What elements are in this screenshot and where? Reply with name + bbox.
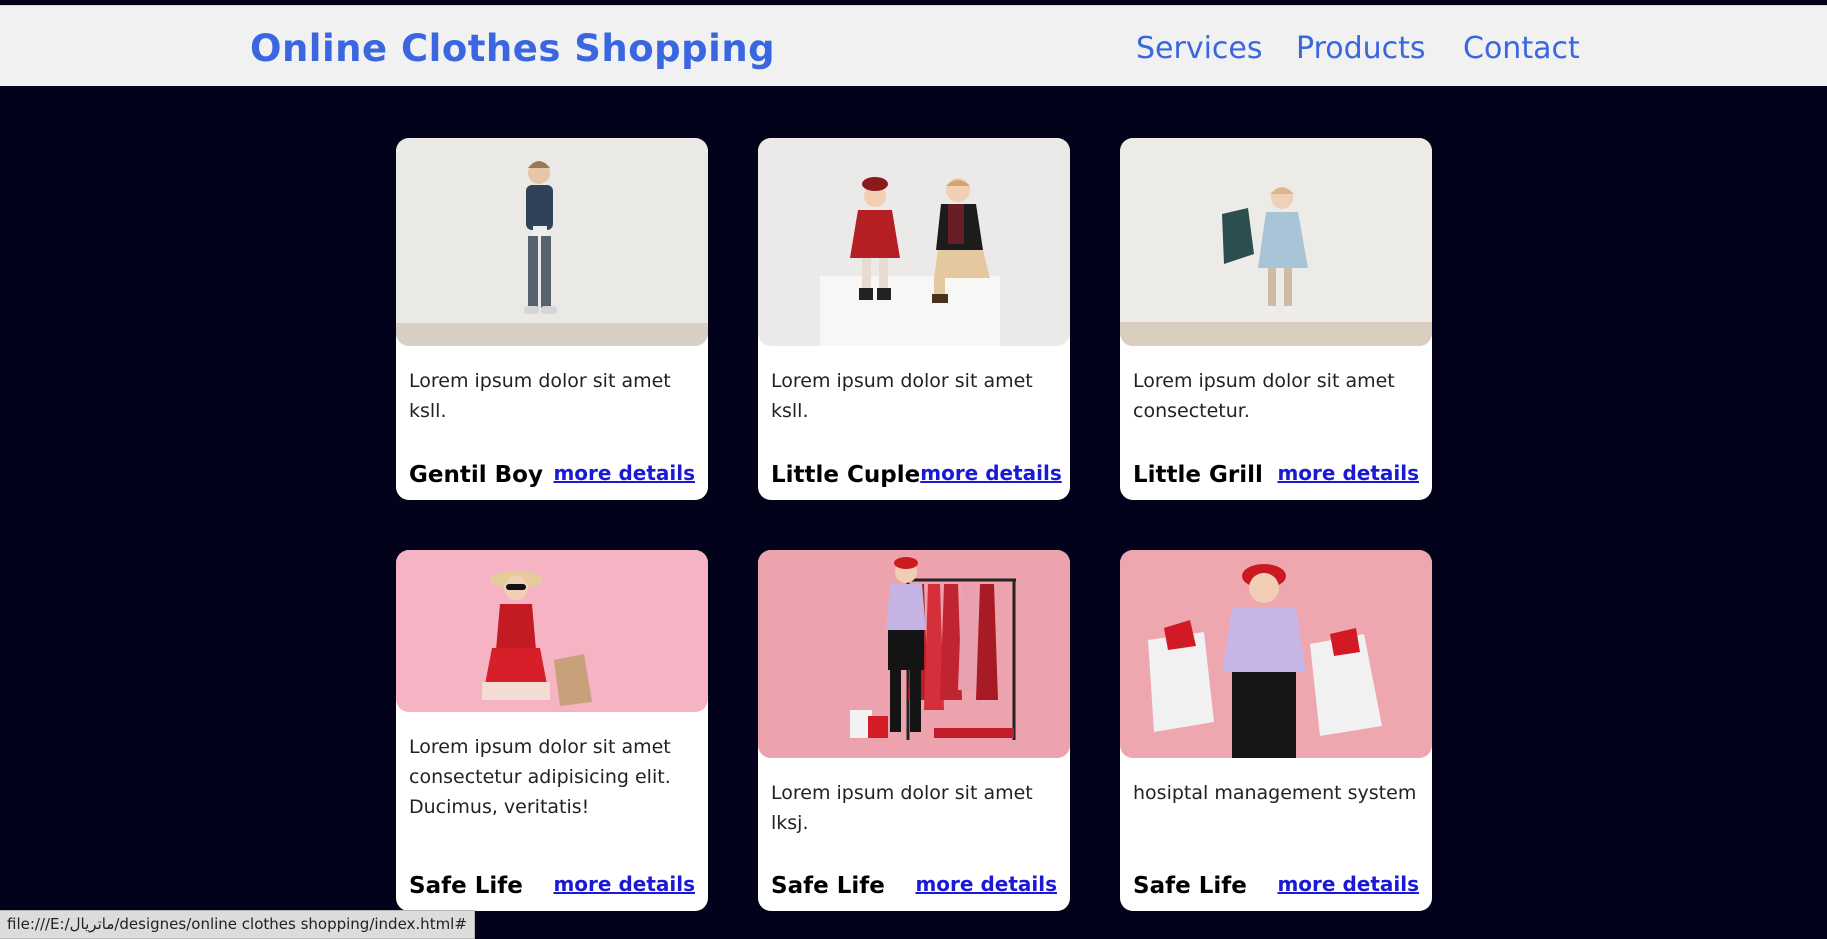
product-description: Lorem ipsum dolor sit amet consectetur. — [1133, 370, 1395, 422]
product-description: Lorem ipsum dolor sit amet ksll. — [771, 370, 1033, 422]
product-image — [758, 550, 1070, 758]
more-details-link[interactable]: more details — [553, 461, 695, 485]
product-card: Lorem ipsum dolor sit amet ksll. Gentil … — [396, 138, 708, 500]
site-header: Online Clothes Shopping Services Product… — [0, 5, 1827, 86]
product-image — [396, 550, 708, 712]
product-card: Lorem ipsum dolor sit amet ksll. Little … — [758, 138, 1070, 500]
product-image — [1120, 550, 1432, 758]
product-card: Lorem ipsum dolor sit amet consectetur. … — [1120, 138, 1432, 500]
more-details-link[interactable]: more details — [915, 872, 1057, 896]
product-title: Safe Life — [1133, 873, 1247, 899]
more-details-link[interactable]: more details — [1277, 872, 1419, 896]
product-description: Lorem ipsum dolor sit amet consectetur a… — [409, 736, 671, 818]
status-url: file:///E:/ماتریال/designes/online cloth… — [7, 915, 467, 933]
product-image — [1120, 138, 1432, 346]
product-title: Little Grill — [1133, 462, 1263, 488]
product-description: Lorem ipsum dolor sit amet lksj. — [771, 782, 1033, 834]
product-card: Lorem ipsum dolor sit amet lksj. Safe Li… — [758, 550, 1070, 911]
more-details-link[interactable]: more details — [920, 461, 1062, 485]
product-description: hosiptal management system — [1133, 782, 1417, 804]
nav-services-link[interactable]: Services — [1136, 31, 1263, 66]
product-title: Gentil Boy — [409, 462, 543, 488]
product-description: Lorem ipsum dolor sit amet ksll. — [409, 370, 671, 422]
site-logo[interactable]: Online Clothes Shopping — [250, 27, 775, 70]
nav-contact-link[interactable]: Contact — [1463, 31, 1580, 66]
browser-status-bar: file:///E:/ماتریال/designes/online cloth… — [0, 910, 475, 939]
product-image — [396, 138, 708, 346]
more-details-link[interactable]: more details — [553, 872, 695, 896]
product-title: Little Cuple — [771, 462, 921, 488]
more-details-link[interactable]: more details — [1277, 461, 1419, 485]
product-image — [758, 138, 1070, 346]
product-title: Safe Life — [771, 873, 885, 899]
product-title: Safe Life — [409, 873, 523, 899]
product-card: Lorem ipsum dolor sit amet consectetur a… — [396, 550, 708, 911]
product-card: hosiptal management system Safe Life mor… — [1120, 550, 1432, 911]
nav-products-link[interactable]: Products — [1296, 31, 1426, 66]
